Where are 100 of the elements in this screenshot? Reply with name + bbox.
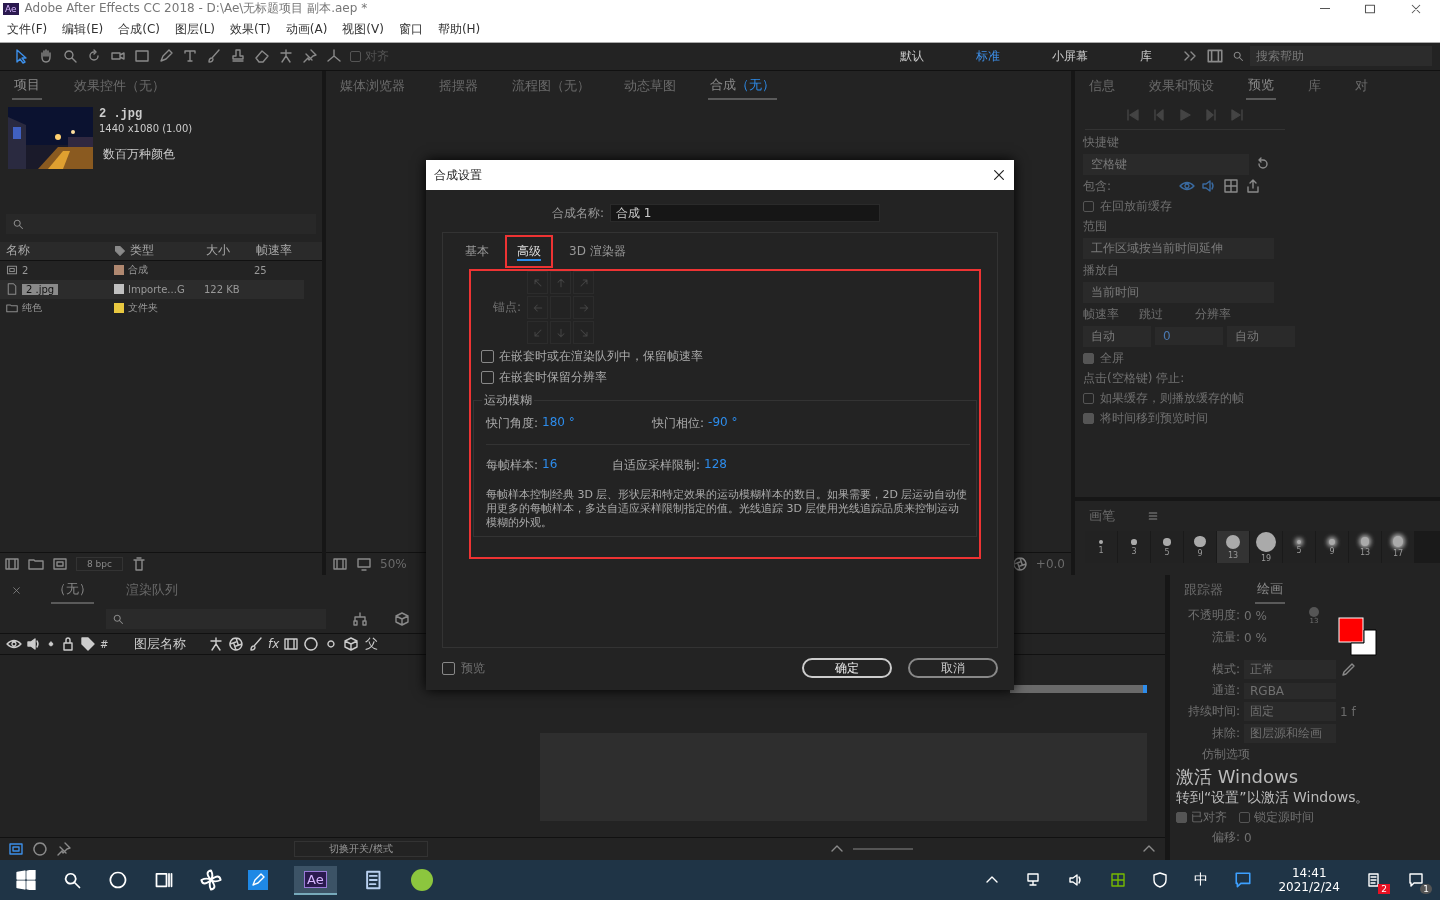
menu-item[interactable]: 窗口 <box>398 21 423 39</box>
brush-icon[interactable] <box>206 48 222 65</box>
menu-item[interactable]: 效果(T) <box>230 21 271 39</box>
checkbox[interactable] <box>442 661 455 675</box>
checkbox[interactable] <box>350 50 361 62</box>
panel-tab[interactable]: 摇摆器 <box>437 72 480 99</box>
eyedropper-icon[interactable] <box>1340 661 1356 678</box>
panel-tab[interactable]: 库 <box>1306 72 1323 99</box>
clock[interactable]: 14:41 2021/2/24 <box>1278 866 1340 894</box>
speaker-icon[interactable] <box>1201 178 1217 195</box>
marker-icon[interactable] <box>56 841 72 858</box>
work-area-bar[interactable] <box>1010 685 1147 694</box>
dialog-tab[interactable]: 高级 <box>505 234 553 268</box>
hand-icon[interactable] <box>38 48 54 65</box>
shortcut-dropdown[interactable]: 空格键 <box>1083 153 1249 175</box>
brush-preset[interactable]: 5 <box>1151 531 1184 564</box>
panel-tab[interactable]: 绘画 <box>1255 576 1285 605</box>
layers-icon[interactable] <box>8 841 24 858</box>
search-field[interactable]: 搜索帮助 <box>1250 46 1432 67</box>
input-field[interactable]: 合成 1 <box>610 204 881 222</box>
field-value[interactable]: 0 % <box>1244 608 1267 623</box>
maximize-icon[interactable] <box>1364 3 1376 15</box>
project-row[interactable]: 2 .jpg Importe...G 122 KB <box>0 280 304 299</box>
project-row[interactable]: 纯色 文件夹 <box>0 299 304 318</box>
column-header[interactable]: 类型 <box>130 242 202 260</box>
checkbox[interactable] <box>481 371 494 384</box>
field-value[interactable]: 0 % <box>1244 630 1267 645</box>
dialog-tab[interactable]: 3D 渲染器 <box>557 234 638 268</box>
play-from-dropdown[interactable]: 当前时间 <box>1083 281 1274 303</box>
field-value[interactable]: 16 <box>542 457 558 474</box>
after-effects-taskbar-icon[interactable]: Ae <box>294 865 337 895</box>
panel-tab[interactable]: 预览 <box>1246 71 1276 100</box>
menu-item[interactable]: 编辑(E) <box>62 21 104 39</box>
panel-tab[interactable]: 效果和预设 <box>1147 72 1216 99</box>
task-view-icon[interactable] <box>154 870 174 890</box>
panel-tab[interactable]: 跟踪器 <box>1182 577 1225 604</box>
option-dropdown[interactable]: 0 <box>1155 327 1223 346</box>
close-icon[interactable] <box>992 168 1006 182</box>
option-dropdown[interactable]: RGBA <box>1244 682 1336 699</box>
export-icon[interactable] <box>1245 178 1261 195</box>
checkbox[interactable] <box>1176 812 1187 824</box>
type-tool-icon[interactable] <box>182 48 198 65</box>
column-header[interactable]: 大小 <box>206 242 252 260</box>
field-value[interactable]: -90 ° <box>708 415 738 432</box>
workspace-tab[interactable]: 小屏幕 <box>1030 47 1110 65</box>
background-color-swatch[interactable] <box>1350 629 1377 656</box>
eraser-icon[interactable] <box>254 48 270 65</box>
search-icon[interactable] <box>62 870 82 890</box>
panel-tab[interactable]: 渲染队列 <box>124 577 180 604</box>
pin-icon[interactable] <box>302 48 318 65</box>
menu-item[interactable]: 合成(C) <box>118 21 160 39</box>
shield-icon[interactable] <box>1152 872 1169 888</box>
brush-preset[interactable]: 9 <box>1316 531 1349 564</box>
graphics-icon[interactable] <box>1110 872 1127 888</box>
zoom-dropdown[interactable]: 50% <box>380 557 407 572</box>
brush-preset[interactable]: 13 <box>1349 531 1382 564</box>
field-value[interactable]: 180 ° <box>542 415 575 432</box>
puppet-icon[interactable] <box>278 48 294 65</box>
shapes-icon[interactable] <box>32 841 48 858</box>
minimize-icon[interactable] <box>1320 8 1330 10</box>
trash-icon[interactable] <box>130 556 147 573</box>
notes-icon[interactable] <box>1366 872 1382 888</box>
brush-preset[interactable]: 13 <box>1217 531 1250 564</box>
field-value[interactable]: 128 <box>704 457 727 474</box>
option-dropdown[interactable]: 自动 <box>1227 325 1295 347</box>
search-field[interactable] <box>106 609 326 630</box>
workspace-tab[interactable]: 库 <box>1118 47 1174 65</box>
rectangle-icon[interactable] <box>134 48 150 65</box>
cortana-icon[interactable] <box>108 870 128 890</box>
dialog-tab[interactable]: 基本 <box>453 234 501 268</box>
bit-depth-button[interactable]: 8 bpc <box>76 557 123 572</box>
checkbox[interactable] <box>481 350 494 363</box>
menu-item[interactable]: 动画(A) <box>285 21 328 39</box>
panel-tab[interactable]: （无） <box>51 576 94 605</box>
panel-tab[interactable]: 动态草图 <box>622 72 678 99</box>
brush-preset[interactable]: 9 <box>1184 531 1217 564</box>
brush-preset[interactable]: 3 <box>1118 531 1151 564</box>
fan-icon[interactable] <box>200 869 222 891</box>
menu-item[interactable]: 文件(F) <box>7 21 48 39</box>
workspace-tab[interactable]: 标准 <box>954 47 1022 65</box>
option-dropdown[interactable]: 固定 <box>1244 702 1336 722</box>
pen-icon[interactable] <box>158 48 174 65</box>
exposure-value[interactable]: +0.0 <box>1035 557 1065 572</box>
search-field[interactable] <box>6 214 316 234</box>
column-header[interactable]: 帧速率 <box>256 242 296 260</box>
overlay-icon[interactable] <box>1223 178 1239 195</box>
cancel-button[interactable]: 取消 <box>908 658 998 678</box>
checkbox[interactable] <box>1083 412 1094 424</box>
toggle-switches-button[interactable]: 切换开关/模式 <box>294 841 428 858</box>
brush-preset[interactable]: 1 <box>1085 531 1118 564</box>
menu-item[interactable]: 帮助(H) <box>437 21 481 39</box>
workspace-tab[interactable]: 默认 <box>878 47 946 65</box>
brush-preset[interactable]: 19 <box>1250 531 1283 564</box>
range-dropdown[interactable]: 工作区域按当前时间延伸 <box>1083 237 1274 259</box>
panel-tab[interactable]: 效果控件（无） <box>72 72 167 99</box>
brush-preset[interactable]: 17 <box>1382 531 1415 564</box>
checkbox[interactable] <box>1239 812 1250 824</box>
checkbox[interactable] <box>1083 200 1094 212</box>
input-method-indicator[interactable]: 中 <box>1194 871 1209 889</box>
ok-button[interactable]: 确定 <box>802 658 892 678</box>
